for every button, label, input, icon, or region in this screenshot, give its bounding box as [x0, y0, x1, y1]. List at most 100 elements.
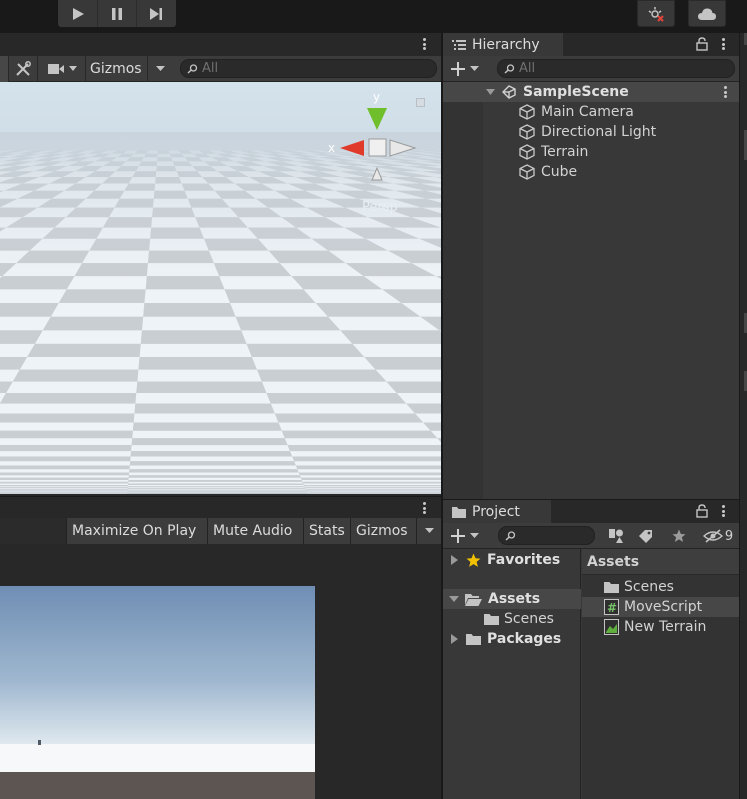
mute-audio-button[interactable]: Mute Audio: [207, 518, 303, 544]
hierarchy-item[interactable]: Directional Light: [443, 122, 739, 142]
axis-y-cone[interactable]: [367, 108, 387, 130]
tree-label-assets: Assets: [488, 591, 541, 607]
chevron-down-icon: [156, 66, 165, 71]
folder-icon: [452, 506, 466, 518]
grid-tile: [42, 316, 144, 331]
cloud-icon: [698, 7, 716, 20]
play-button[interactable]: [58, 0, 97, 27]
grid-tile: [128, 483, 304, 485]
grid-tile: [143, 303, 236, 317]
grid-tile: [299, 475, 441, 478]
grid-tile: [0, 487, 128, 489]
chevron-right-icon[interactable]: [451, 555, 458, 565]
axis-neg-y-cone[interactable]: [371, 166, 383, 181]
scene-gizmos-button[interactable]: Gizmos: [85, 56, 147, 82]
tree-item-packages[interactable]: Packages: [443, 629, 581, 649]
grid-tile: [0, 438, 133, 446]
grid-tile: [287, 445, 441, 452]
project-search-input[interactable]: [498, 526, 595, 545]
grid-tile: [137, 369, 262, 382]
axis-gizmo[interactable]: y x: [320, 86, 430, 216]
search-by-label-button[interactable]: [631, 523, 660, 549]
assets-breadcrumb[interactable]: Assets: [582, 549, 739, 575]
chevron-down-icon: [470, 533, 479, 538]
hierarchy-add-button[interactable]: [451, 59, 485, 79]
tree-item-scenes[interactable]: Scenes: [443, 609, 581, 629]
scene-view: Gizmos All y x Persp: [0, 33, 441, 496]
hierarchy-item[interactable]: Terrain: [443, 142, 739, 162]
scene-row-menu-icon[interactable]: [720, 84, 730, 100]
hierarchy-scene-row[interactable]: SampleScene: [443, 82, 739, 102]
game-gizmos-dropdown[interactable]: [416, 518, 441, 544]
grid-tile: [12, 369, 139, 382]
stats-button[interactable]: Stats: [303, 518, 350, 544]
asset-item[interactable]: # MoveScript: [582, 597, 739, 617]
grid-tile: [128, 481, 304, 484]
project-add-button[interactable]: [451, 526, 485, 546]
scene-tools-button[interactable]: [8, 56, 37, 82]
hierarchy-item[interactable]: Cube: [443, 162, 739, 182]
grid-tile: [127, 489, 306, 490]
grid-tile: [251, 357, 376, 370]
cloud-button[interactable]: [688, 0, 726, 27]
game-viewport[interactable]: [0, 586, 315, 799]
projection-label[interactable]: Persp: [362, 200, 398, 215]
hierarchy-lock-icon[interactable]: [696, 37, 708, 51]
save-search-button[interactable]: [664, 523, 693, 549]
pause-button[interactable]: [97, 0, 136, 27]
tab-hierarchy[interactable]: Hierarchy: [443, 33, 563, 56]
search-by-type-button[interactable]: [601, 523, 630, 549]
scene-menu-icon[interactable]: [419, 36, 429, 52]
grid-tile: [235, 316, 341, 331]
hierarchy-item-label: Cube: [541, 164, 578, 180]
chevron-right-icon[interactable]: [451, 634, 458, 644]
hierarchy-toolbar: All: [443, 56, 739, 82]
maximize-on-play-button[interactable]: Maximize On Play: [66, 518, 207, 544]
project-menu-icon[interactable]: [718, 503, 728, 519]
asset-item[interactable]: Scenes: [582, 577, 739, 597]
grid-tile: [0, 489, 128, 491]
asset-item[interactable]: New Terrain: [582, 617, 739, 637]
hierarchy-item[interactable]: Main Camera: [443, 102, 739, 122]
grid-tile: [27, 343, 141, 357]
grid-tile: [257, 369, 387, 382]
grid-tile: [305, 489, 441, 490]
axis-neg-x-cone[interactable]: [389, 139, 417, 157]
tree-item-assets[interactable]: Assets: [443, 589, 581, 609]
chevron-down-icon[interactable]: [486, 88, 495, 96]
grid-tile: [364, 357, 441, 370]
grid-tile: [0, 465, 130, 470]
tab-project[interactable]: Project: [443, 500, 551, 523]
folder-icon: [604, 582, 619, 593]
grid-tile: [230, 303, 329, 317]
project-lock-icon[interactable]: [696, 504, 708, 518]
scene-toolbar-left-edge: [0, 56, 8, 82]
axis-x-cone[interactable]: [340, 140, 364, 156]
scene-camera-button[interactable]: [37, 56, 85, 82]
hierarchy-item-label: Terrain: [541, 144, 589, 160]
tree-item-favorites[interactable]: Favorites: [443, 550, 581, 570]
grid-tile: [297, 469, 441, 473]
step-button[interactable]: [136, 0, 175, 27]
scene-gizmos-dropdown[interactable]: [147, 56, 173, 82]
scene-viewport[interactable]: y x Persp: [0, 82, 441, 494]
axis-center-cube[interactable]: [368, 138, 387, 157]
grid-tile: [134, 403, 275, 414]
project-folder-tree: Favorites Assets Scenes Packages: [443, 549, 581, 799]
hierarchy-search-input[interactable]: All: [497, 59, 735, 78]
game-gizmos-button[interactable]: Gizmos: [350, 518, 416, 544]
chevron-down-icon[interactable]: [449, 595, 459, 603]
grid-tile: [0, 469, 130, 473]
list-icon: [452, 39, 466, 50]
grid-tile: [305, 489, 441, 491]
scene-lock-icon[interactable]: [416, 98, 425, 107]
grid-tile: [352, 343, 441, 357]
hidden-packages-toggle[interactable]: 9: [697, 523, 739, 549]
grid-tile: [19, 357, 140, 370]
scene-search-input[interactable]: All: [180, 59, 437, 78]
grid-tile: [130, 456, 295, 462]
hierarchy-menu-icon[interactable]: [718, 36, 728, 52]
folder-icon: [466, 634, 481, 645]
game-menu-icon[interactable]: [419, 500, 429, 516]
collab-button[interactable]: [637, 0, 675, 27]
